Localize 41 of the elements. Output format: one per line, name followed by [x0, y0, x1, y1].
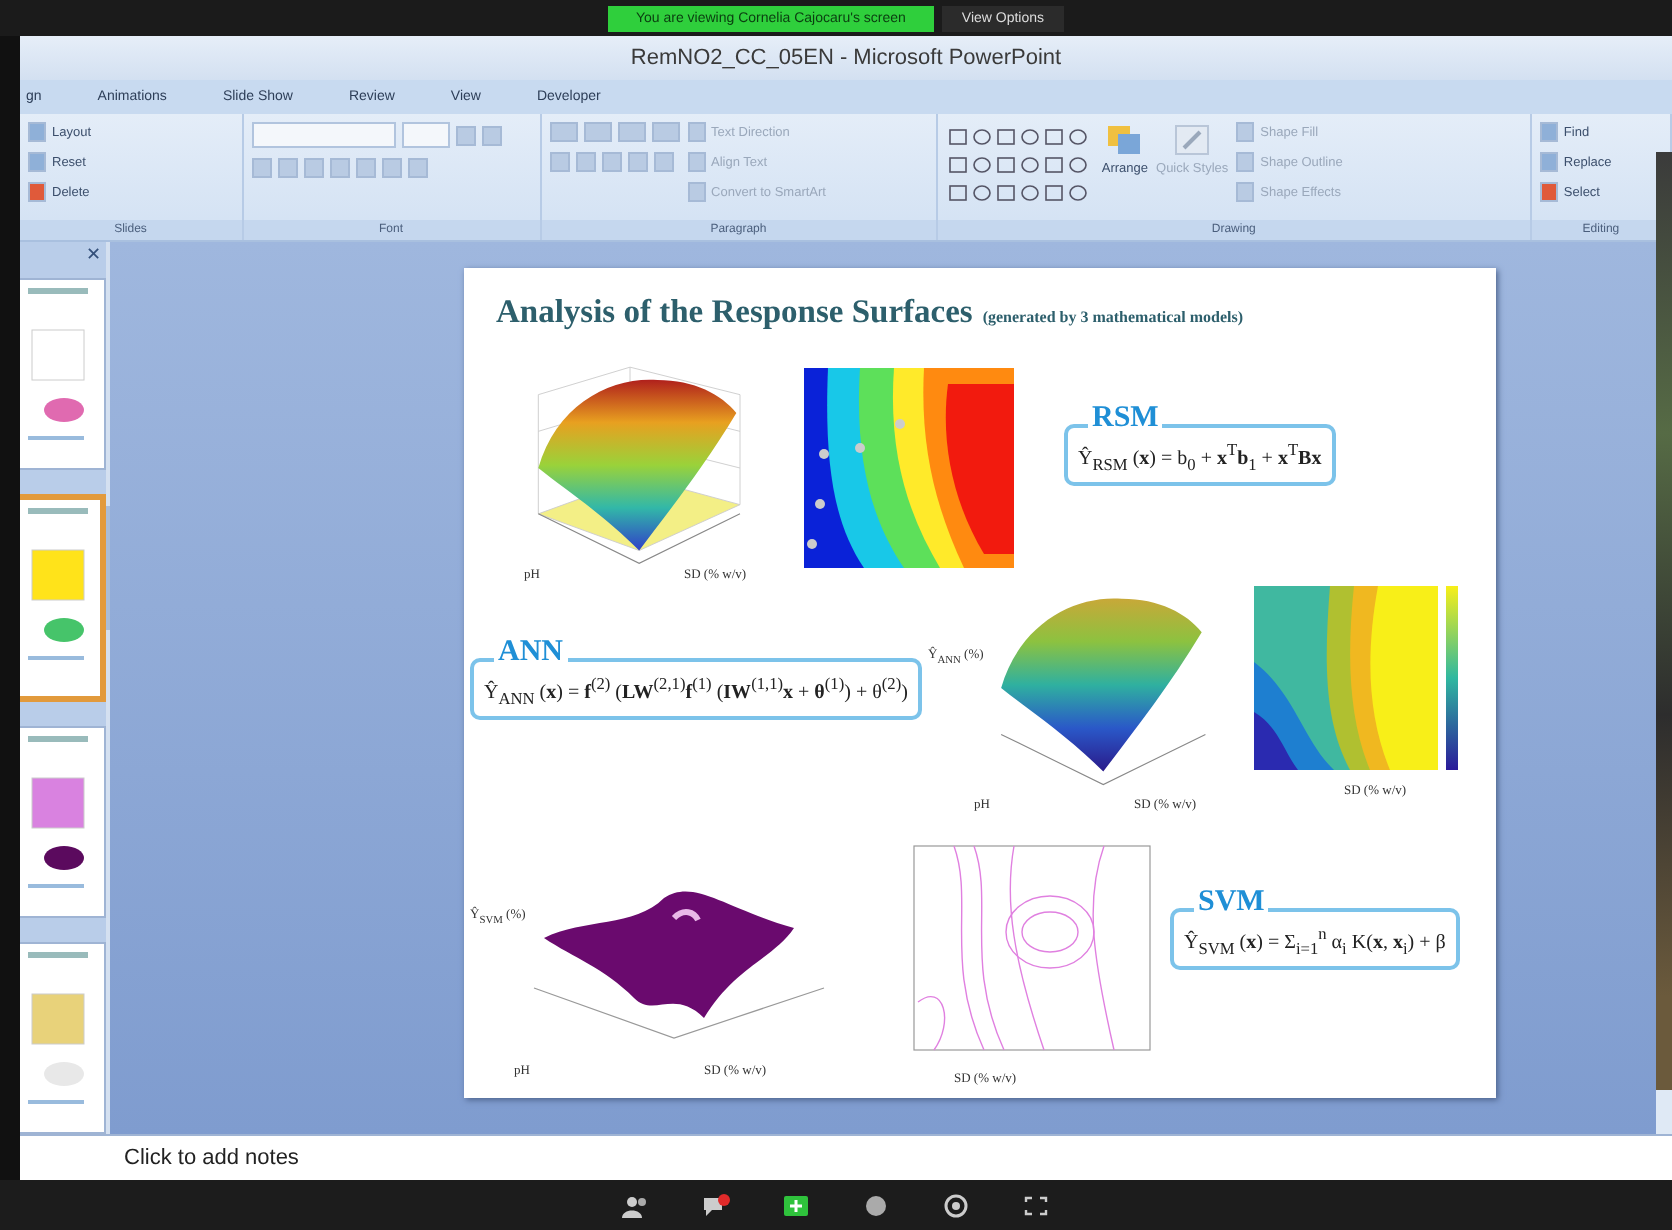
format-icon[interactable] [251, 158, 272, 178]
reactions-icon[interactable] [942, 1193, 970, 1217]
shrink-font-icon[interactable] [481, 125, 502, 145]
align-icon[interactable] [653, 152, 674, 172]
arrange-icon [1104, 122, 1145, 158]
participants-icon[interactable] [622, 1193, 650, 1217]
format-icon[interactable] [277, 158, 298, 178]
format-icon[interactable] [381, 158, 402, 178]
formula: Ŷ$_{SVM}$ (x) = Σ$_{i=1}$$^{n}$ α$_{i}$ K(x, x$_{i}$) + β [1184, 932, 1446, 955]
brush-icon [1172, 122, 1213, 158]
window-title: RemNO2_CC_05EN - Microsoft PowerPoint [630, 46, 1062, 70]
notes-placeholder[interactable]: Click to add notes [124, 1146, 299, 1170]
record-icon[interactable] [862, 1193, 890, 1217]
font-name-field[interactable] [251, 122, 396, 148]
share-screen-icon[interactable] [782, 1193, 810, 1217]
formula: Ŷ$_{RSM}$ (x) = b$_{0}$ + x$^{T}$b$_{1}$ + x$^{T}$Bx [1078, 448, 1322, 471]
format-icon[interactable] [355, 158, 376, 178]
model-label: ANN [494, 638, 567, 668]
align-icon[interactable] [627, 152, 648, 172]
align-icon[interactable] [601, 152, 622, 172]
slide-title: Analysis of the Response Surfaces [496, 292, 973, 332]
formula: Ŷ$_{ANN}$ (x) = f$^{(2)}$ (LW$^{(2,1)}$f$^{(1)}$ (IW$^{(1,1)}$x + θ$^{(1)}$) + θ$^{(2)}$) [484, 682, 908, 705]
list-icon[interactable] [617, 122, 646, 142]
list-icon[interactable] [651, 122, 680, 142]
close-icon[interactable]: ✕ [86, 244, 102, 264]
list-icon[interactable] [583, 122, 612, 142]
align-icon[interactable] [575, 152, 596, 172]
model-label: SVM [1194, 888, 1269, 918]
slide-subtitle: (generated by 3 mathematical models) [982, 308, 1244, 326]
align-icon[interactable] [549, 152, 570, 172]
format-icon[interactable] [407, 158, 428, 178]
list-icon[interactable] [549, 122, 578, 142]
scrollbar-thumb[interactable] [106, 506, 110, 630]
chat-icon[interactable] [702, 1193, 730, 1217]
grow-font-icon[interactable] [455, 125, 476, 145]
fullscreen-icon[interactable] [1022, 1193, 1050, 1217]
slide-thumbnail[interactable] [20, 494, 106, 702]
format-icon[interactable] [303, 158, 324, 178]
model-label: RSM [1088, 404, 1163, 434]
font-size-field[interactable] [401, 122, 450, 148]
format-icon[interactable] [329, 158, 350, 178]
